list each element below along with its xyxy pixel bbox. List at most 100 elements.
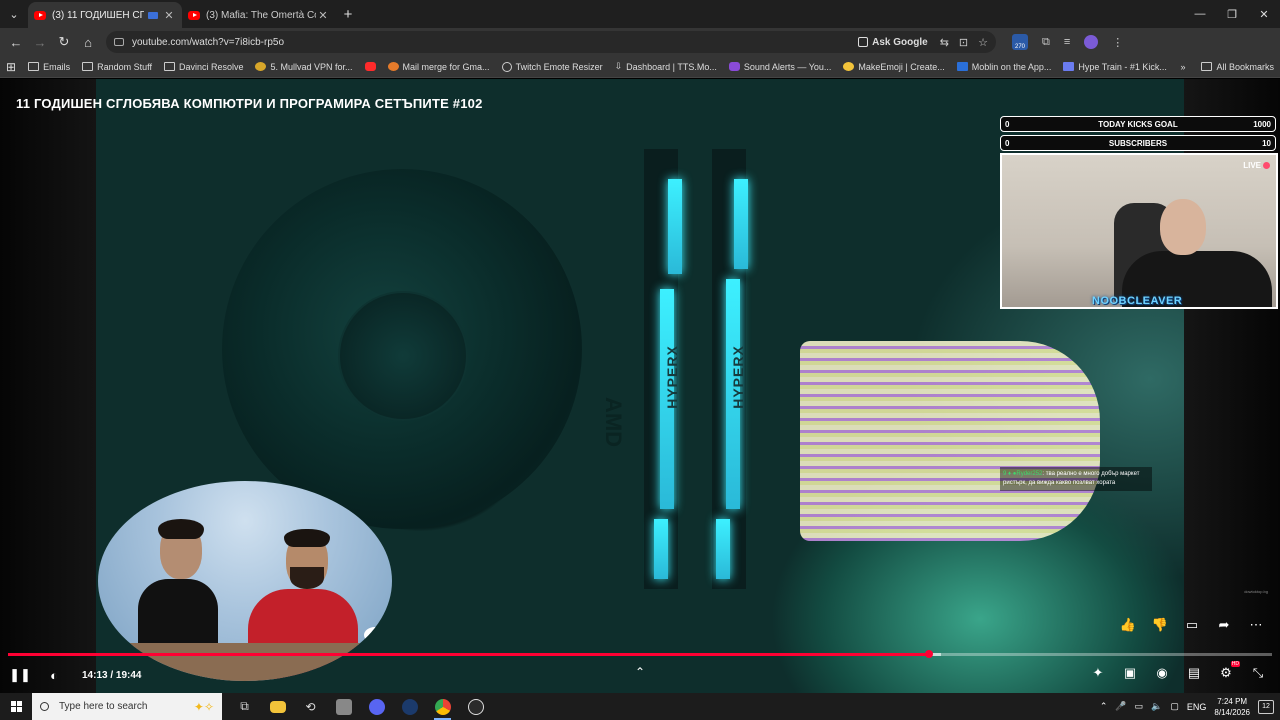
- ram-brand-label: HYPERX: [729, 345, 746, 409]
- taskbar-search[interactable]: Type here to search ✦✧: [32, 693, 222, 720]
- tray-overflow-icon[interactable]: ⌃: [1100, 701, 1108, 712]
- search-placeholder: Type here to search: [59, 701, 148, 712]
- bookmark-twitch-emote[interactable]: Twitch Emote Resizer: [501, 61, 603, 72]
- apps-grid-icon[interactable]: ⊞: [6, 60, 16, 74]
- bookmark-emails[interactable]: Emails: [28, 62, 70, 72]
- dislike-icon[interactable]: 👎: [1150, 615, 1170, 635]
- podcast-camera-bubble: G: [98, 481, 392, 681]
- volume-icon[interactable]: ◐: [44, 665, 64, 685]
- app-icon[interactable]: ⟲: [294, 693, 327, 720]
- player-controls-right: ✦ ▣ ◉ ▤ ⚙ HD ⤡: [1088, 661, 1268, 683]
- display-icon[interactable]: ▢: [1170, 701, 1179, 712]
- live-label: LIVE: [1243, 161, 1261, 170]
- share-icon[interactable]: ➦: [1214, 615, 1234, 635]
- system-tray: ⌃ 🎤 ▭ 🔈 ▢ ENG 7:24 PM 8/14/2026 12: [1100, 696, 1280, 718]
- bookmark-tts[interactable]: ⇩ Dashboard | TTS.Mo...: [615, 61, 717, 72]
- speaker-icon[interactable]: 🔈: [1151, 701, 1162, 712]
- microphone-icon[interactable]: 🎤: [1115, 701, 1126, 712]
- chrome-icon[interactable]: [426, 693, 459, 720]
- ask-google-button[interactable]: Ask Google: [858, 37, 928, 48]
- chat-username: 9 ♦ ●Ryder252: [1003, 471, 1043, 477]
- settings-icon[interactable]: ⚙ HD: [1216, 661, 1240, 683]
- obs-studio-icon[interactable]: [459, 693, 492, 720]
- all-bookmarks-label: All Bookmarks: [1216, 61, 1274, 72]
- bookmarks-right: » All Bookmarks: [1180, 62, 1274, 72]
- bookmark-hype-train[interactable]: Hype Train - #1 Kick...: [1063, 62, 1167, 72]
- watermark: dowtoktop.bg: [1244, 589, 1268, 594]
- progress-scrubber[interactable]: [924, 650, 933, 658]
- kicks-goal-bar: TODAY KICKS GOAL 0 1000: [1000, 116, 1276, 132]
- forward-icon[interactable]: →: [28, 30, 52, 54]
- bookmark-random-stuff[interactable]: Random Stuff: [82, 62, 152, 72]
- media-controls-icon[interactable]: ≡: [1064, 36, 1070, 48]
- bookmark-sound-alerts[interactable]: Sound Alerts — You...: [728, 62, 831, 72]
- browser-menu-icon[interactable]: ⋮: [1112, 36, 1123, 49]
- steam-icon[interactable]: [393, 693, 426, 720]
- file-explorer-icon[interactable]: [261, 693, 294, 720]
- comments-icon[interactable]: ▭: [1182, 615, 1202, 635]
- reload-icon[interactable]: ↻: [52, 30, 76, 54]
- appstore-icon: [956, 62, 968, 71]
- captions-icon[interactable]: ▤: [1184, 663, 1204, 683]
- video-player[interactable]: AMD HYPERX HYPERX 11 ГОДИШЕН СГЛОБЯВА КО…: [0, 79, 1280, 693]
- host-right-beard: [290, 567, 324, 589]
- bookmark-makeemoji[interactable]: MakeEmoji | Create...: [843, 62, 945, 72]
- more-bookmarks-icon[interactable]: »: [1180, 62, 1185, 72]
- recording-icon: [148, 11, 158, 19]
- profile-avatar[interactable]: [1084, 35, 1099, 49]
- exit-fullscreen-icon[interactable]: ⤡: [1248, 663, 1268, 683]
- podcast-logo: G: [364, 627, 386, 643]
- new-tab-button[interactable]: +: [336, 6, 360, 23]
- rgb-power-cable: [800, 341, 1100, 541]
- extensions-puzzle-icon[interactable]: ⧉: [1042, 36, 1050, 49]
- language-indicator[interactable]: ENG: [1187, 702, 1207, 712]
- ai-sparkle-icon[interactable]: ✦: [1088, 663, 1108, 683]
- globe-icon: [501, 61, 512, 72]
- tab-mafia[interactable]: (3) Mafia: The Omertà Collectio ✕: [182, 2, 336, 28]
- bookmark-label: Hype Train - #1 Kick...: [1078, 61, 1167, 72]
- task-view-icon[interactable]: ⧉: [228, 693, 261, 720]
- taskbar-apps: ⧉ ⟲: [228, 693, 492, 720]
- all-bookmarks-button[interactable]: All Bookmarks: [1201, 62, 1274, 72]
- network-icon[interactable]: ▭: [1135, 701, 1144, 712]
- expand-chevron-icon[interactable]: ⌃: [630, 665, 650, 685]
- browser-toolbar: ← → ↻ ⌂ youtube.com/watch?v=7i8icb-rp5o …: [0, 28, 1280, 56]
- bookmark-mail-merge[interactable]: Mail merge for Gma...: [387, 61, 490, 72]
- tab-video[interactable]: (3) 11 ГОДИШЕН СГЛОБЯВ ✕: [28, 2, 182, 28]
- translate-icon[interactable]: ⇆: [940, 36, 949, 49]
- close-window-icon[interactable]: ✕: [1248, 8, 1280, 21]
- autoplay-toggle-icon[interactable]: ◉: [1152, 663, 1172, 683]
- restore-icon[interactable]: ❐: [1216, 8, 1248, 21]
- site-info-icon[interactable]: [114, 38, 124, 46]
- bookmark-label: Mail merge for Gma...: [402, 61, 490, 72]
- live-dot-icon: [1263, 162, 1270, 169]
- bookmark-davinci[interactable]: Davinci Resolve: [163, 62, 243, 72]
- bookmark-youtube[interactable]: [364, 62, 376, 71]
- like-icon[interactable]: 👍: [1118, 615, 1138, 635]
- chapter-icon[interactable]: ▣: [1120, 663, 1140, 683]
- back-icon[interactable]: ←: [4, 30, 28, 54]
- windows-logo-icon: [10, 701, 22, 712]
- progress-bar[interactable]: [8, 650, 1272, 658]
- clock[interactable]: 7:24 PM 8/14/2026: [1214, 696, 1250, 718]
- install-icon[interactable]: ⊡: [959, 36, 968, 49]
- minimize-icon[interactable]: —: [1184, 8, 1216, 21]
- extension-badge-icon[interactable]: 270: [1012, 34, 1028, 50]
- obs-icon[interactable]: [327, 693, 360, 720]
- bookmark-mullvad[interactable]: 5. Mullvad VPN for...: [255, 62, 353, 72]
- windows-taskbar: Type here to search ✦✧ ⧉ ⟲ ⌃ 🎤 ▭ 🔈 ▢ ENG…: [0, 693, 1280, 720]
- home-icon[interactable]: ⌂: [76, 30, 100, 54]
- bookmark-moblin[interactable]: Moblin on the App...: [956, 61, 1052, 72]
- close-tab-icon[interactable]: ✕: [316, 9, 330, 22]
- bookmark-label: Moblin on the App...: [971, 61, 1052, 72]
- bookmark-star-icon[interactable]: ☆: [978, 36, 988, 49]
- folder-icon: [82, 62, 94, 71]
- pause-icon[interactable]: ❚❚: [9, 665, 31, 685]
- address-bar[interactable]: youtube.com/watch?v=7i8icb-rp5o Ask Goog…: [106, 31, 996, 53]
- tab-search-icon[interactable]: ⌄: [0, 0, 28, 28]
- notifications-icon[interactable]: 12: [1258, 699, 1274, 714]
- discord-icon[interactable]: [360, 693, 393, 720]
- close-tab-icon[interactable]: ✕: [162, 9, 176, 22]
- more-actions-icon[interactable]: ⋯: [1246, 615, 1266, 635]
- start-button[interactable]: [0, 693, 32, 720]
